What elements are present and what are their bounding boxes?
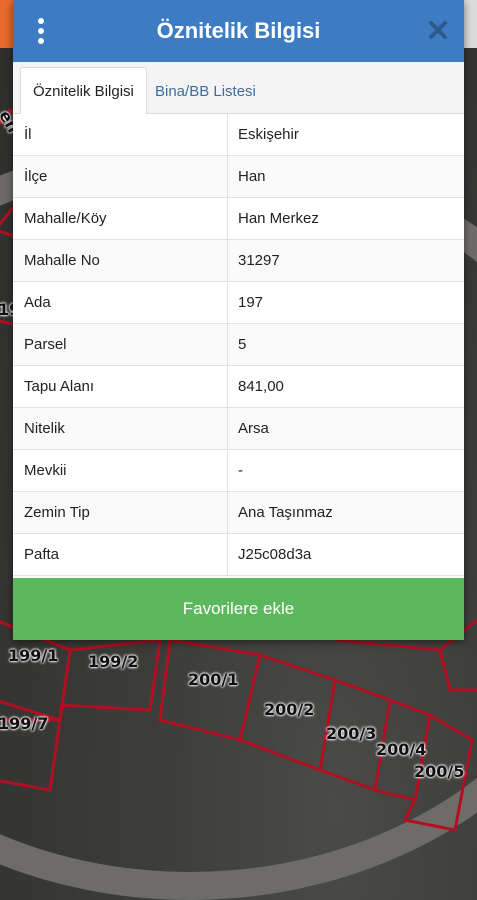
parcel-label[interactable]: 200/2 <box>264 700 314 719</box>
row-key: İl <box>13 114 228 155</box>
row-key: Pafta <box>13 534 228 575</box>
row-key: İlçe <box>13 156 228 197</box>
row-value: Eskişehir <box>238 126 299 143</box>
row-key: Ada <box>13 282 228 323</box>
parcel-label[interactable]: 200/3 <box>326 724 376 743</box>
table-row: Mevkii - <box>13 450 464 492</box>
table-row: Mahalle No 31297 <box>13 240 464 282</box>
table-row: Zemin Tip Ana Taşınmaz <box>13 492 464 534</box>
dialog-title: Öznitelik Bilgisi <box>156 18 321 43</box>
row-value: Arsa <box>238 420 269 437</box>
row-value: 841,00 <box>238 378 284 395</box>
row-key: Nitelik <box>13 408 228 449</box>
row-value: 31297 <box>238 252 280 269</box>
row-value: Ana Taşınmaz <box>238 504 333 521</box>
row-key: Tapu Alanı <box>13 366 228 407</box>
row-value: J25c08d3a <box>238 546 312 563</box>
row-value: 5 <box>238 336 247 353</box>
parcel-label[interactable]: 199/1 <box>8 646 58 665</box>
row-value: Han Merkez <box>238 210 319 227</box>
tab-bar: Öznitelik Bilgisi Bina/BB Listesi <box>13 62 464 115</box>
parcel-label[interactable]: 200/1 <box>188 670 238 689</box>
table-row: Ada 197 <box>13 282 464 324</box>
table-row: İlçe Han <box>13 156 464 198</box>
table-row: Tapu Alanı 841,00 <box>13 366 464 408</box>
parcel-label[interactable]: 199/7 <box>0 714 48 733</box>
close-icon[interactable] <box>428 20 448 40</box>
parcel-label[interactable]: 199/2 <box>88 652 138 671</box>
table-row: Mahalle/Köy Han Merkez <box>13 198 464 240</box>
dialog-header: Öznitelik Bilgisi <box>13 0 464 62</box>
attribute-table: İl Eskişehir İlçe Han Mahalle/Köy Han Me… <box>13 114 464 576</box>
tab-building-list[interactable]: Bina/BB Listesi <box>143 67 268 115</box>
more-vertical-icon[interactable] <box>31 18 51 44</box>
table-row: Pafta J25c08d3a <box>13 534 464 576</box>
row-key: Zemin Tip <box>13 492 228 533</box>
parcel-label[interactable]: 200/4 <box>376 740 426 759</box>
row-key: Mahalle/Köy <box>13 198 228 239</box>
row-value: - <box>238 462 243 479</box>
attribute-info-dialog: Öznitelik Bilgisi Öznitelik Bilgisi Bina… <box>13 0 464 640</box>
table-row: Nitelik Arsa <box>13 408 464 450</box>
table-row: İl Eskişehir <box>13 114 464 156</box>
tab-attribute-info[interactable]: Öznitelik Bilgisi <box>20 67 147 115</box>
parcel-label[interactable]: 200/5 <box>414 762 464 781</box>
add-to-favorites-button[interactable]: Favorilere ekle <box>13 578 464 640</box>
row-key: Mahalle No <box>13 240 228 281</box>
row-value: Han <box>238 168 266 185</box>
app-bar-edge <box>464 0 477 48</box>
row-value: 197 <box>238 294 264 311</box>
row-key: Parsel <box>13 324 228 365</box>
row-key: Mevkii <box>13 450 228 491</box>
table-row: Parsel 5 <box>13 324 464 366</box>
app-bar-edge <box>0 0 13 48</box>
